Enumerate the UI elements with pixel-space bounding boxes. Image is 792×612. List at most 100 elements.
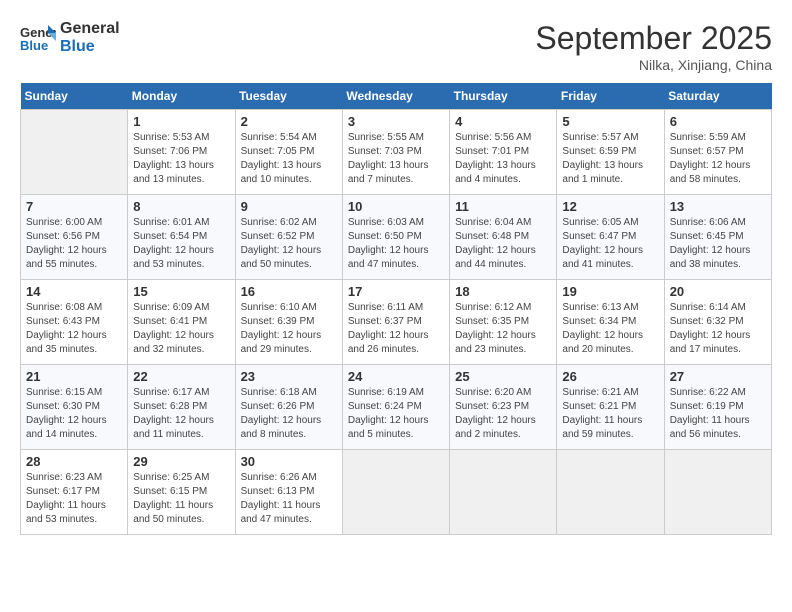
header-row: SundayMondayTuesdayWednesdayThursdayFrid… xyxy=(21,83,772,110)
day-number: 4 xyxy=(455,114,551,129)
day-cell xyxy=(664,450,771,535)
logo-line1: General xyxy=(60,20,120,38)
day-header-saturday: Saturday xyxy=(664,83,771,110)
day-number: 15 xyxy=(133,284,229,299)
day-header-thursday: Thursday xyxy=(450,83,557,110)
day-number: 7 xyxy=(26,199,122,214)
day-info: Sunrise: 6:14 AM Sunset: 6:32 PM Dayligh… xyxy=(670,301,766,357)
title-block: September 2025 Nilka, Xinjiang, China xyxy=(535,20,772,73)
day-cell: 11 Sunrise: 6:04 AM Sunset: 6:48 PM Dayli… xyxy=(450,195,557,280)
day-info: Sunrise: 6:18 AM Sunset: 6:26 PM Dayligh… xyxy=(241,386,337,442)
day-info: Sunrise: 6:01 AM Sunset: 6:54 PM Dayligh… xyxy=(133,216,229,272)
week-row-3: 14Sunrise: 6:08 AM Sunset: 6:43 PM Dayli… xyxy=(21,280,772,365)
day-number: 20 xyxy=(670,284,766,299)
day-info: Sunrise: 6:13 AM Sunset: 6:34 PM Dayligh… xyxy=(562,301,658,357)
day-header-wednesday: Wednesday xyxy=(342,83,449,110)
day-number: 21 xyxy=(26,369,122,384)
day-cell: 20 Sunrise: 6:14 AM Sunset: 6:32 PM Dayli… xyxy=(664,280,771,365)
day-info: Sunrise: 5:53 AM Sunset: 7:06 PM Dayligh… xyxy=(133,131,229,187)
day-cell: 23 Sunrise: 6:18 AM Sunset: 6:26 PM Dayli… xyxy=(235,365,342,450)
day-info: Sunrise: 6:10 AM Sunset: 6:39 PM Dayligh… xyxy=(241,301,337,357)
day-number: 27 xyxy=(670,369,766,384)
day-cell: 29Sunrise: 6:25 AM Sunset: 6:15 PM Dayli… xyxy=(128,450,235,535)
day-number: 22 xyxy=(133,369,229,384)
svg-text:Blue: Blue xyxy=(20,38,48,53)
logo: General Blue General Blue xyxy=(20,20,120,57)
day-cell: 15 Sunrise: 6:09 AM Sunset: 6:41 PM Dayli… xyxy=(128,280,235,365)
day-info: Sunrise: 6:08 AM Sunset: 6:43 PM Dayligh… xyxy=(26,301,122,357)
day-info: Sunrise: 5:56 AM Sunset: 7:01 PM Dayligh… xyxy=(455,131,551,187)
day-info: Sunrise: 6:19 AM Sunset: 6:24 PM Dayligh… xyxy=(348,386,444,442)
calendar-table: SundayMondayTuesdayWednesdayThursdayFrid… xyxy=(20,83,772,535)
day-cell: 26 Sunrise: 6:21 AM Sunset: 6:21 PM Dayli… xyxy=(557,365,664,450)
day-info: Sunrise: 6:26 AM Sunset: 6:13 PM Dayligh… xyxy=(241,471,337,527)
day-cell: 13 Sunrise: 6:06 AM Sunset: 6:45 PM Dayli… xyxy=(664,195,771,280)
day-cell: 28 Sunrise: 6:23 AM Sunset: 6:17 PM Dayli… xyxy=(21,450,128,535)
day-number: 3 xyxy=(348,114,444,129)
day-number: 12 xyxy=(562,199,658,214)
day-number: 2 xyxy=(241,114,337,129)
day-info: Sunrise: 6:04 AM Sunset: 6:48 PM Dayligh… xyxy=(455,216,551,272)
day-info: Sunrise: 6:11 AM Sunset: 6:37 PM Dayligh… xyxy=(348,301,444,357)
day-cell: 19 Sunrise: 6:13 AM Sunset: 6:34 PM Dayli… xyxy=(557,280,664,365)
day-cell: 8Sunrise: 6:01 AM Sunset: 6:54 PM Daylig… xyxy=(128,195,235,280)
day-number: 11 xyxy=(455,199,551,214)
day-info: Sunrise: 6:05 AM Sunset: 6:47 PM Dayligh… xyxy=(562,216,658,272)
day-info: Sunrise: 6:02 AM Sunset: 6:52 PM Dayligh… xyxy=(241,216,337,272)
day-cell xyxy=(557,450,664,535)
day-info: Sunrise: 6:15 AM Sunset: 6:30 PM Dayligh… xyxy=(26,386,122,442)
day-cell: 30 Sunrise: 6:26 AM Sunset: 6:13 PM Dayli… xyxy=(235,450,342,535)
day-number: 24 xyxy=(348,369,444,384)
day-info: Sunrise: 6:22 AM Sunset: 6:19 PM Dayligh… xyxy=(670,386,766,442)
day-number: 6 xyxy=(670,114,766,129)
day-cell: 14Sunrise: 6:08 AM Sunset: 6:43 PM Dayli… xyxy=(21,280,128,365)
day-header-sunday: Sunday xyxy=(21,83,128,110)
day-number: 1 xyxy=(133,114,229,129)
day-number: 16 xyxy=(241,284,337,299)
day-number: 9 xyxy=(241,199,337,214)
day-cell xyxy=(21,110,128,195)
day-cell: 9 Sunrise: 6:02 AM Sunset: 6:52 PM Daylig… xyxy=(235,195,342,280)
day-cell: 2 Sunrise: 5:54 AM Sunset: 7:05 PM Daylig… xyxy=(235,110,342,195)
logo-icon: General Blue xyxy=(20,23,56,53)
day-cell: 1 Sunrise: 5:53 AM Sunset: 7:06 PM Daylig… xyxy=(128,110,235,195)
day-number: 19 xyxy=(562,284,658,299)
day-info: Sunrise: 5:59 AM Sunset: 6:57 PM Dayligh… xyxy=(670,131,766,187)
location-subtitle: Nilka, Xinjiang, China xyxy=(535,57,772,73)
day-cell: 18 Sunrise: 6:12 AM Sunset: 6:35 PM Dayli… xyxy=(450,280,557,365)
day-info: Sunrise: 5:55 AM Sunset: 7:03 PM Dayligh… xyxy=(348,131,444,187)
day-info: Sunrise: 6:20 AM Sunset: 6:23 PM Dayligh… xyxy=(455,386,551,442)
day-info: Sunrise: 6:03 AM Sunset: 6:50 PM Dayligh… xyxy=(348,216,444,272)
day-number: 25 xyxy=(455,369,551,384)
day-cell: 3 Sunrise: 5:55 AM Sunset: 7:03 PM Daylig… xyxy=(342,110,449,195)
day-number: 18 xyxy=(455,284,551,299)
day-number: 23 xyxy=(241,369,337,384)
day-number: 28 xyxy=(26,454,122,469)
week-row-4: 21 Sunrise: 6:15 AM Sunset: 6:30 PM Dayli… xyxy=(21,365,772,450)
day-cell: 6 Sunrise: 5:59 AM Sunset: 6:57 PM Daylig… xyxy=(664,110,771,195)
week-row-1: 1 Sunrise: 5:53 AM Sunset: 7:06 PM Daylig… xyxy=(21,110,772,195)
day-info: Sunrise: 6:21 AM Sunset: 6:21 PM Dayligh… xyxy=(562,386,658,442)
day-number: 30 xyxy=(241,454,337,469)
day-cell: 7Sunrise: 6:00 AM Sunset: 6:56 PM Daylig… xyxy=(21,195,128,280)
day-number: 17 xyxy=(348,284,444,299)
day-info: Sunrise: 6:23 AM Sunset: 6:17 PM Dayligh… xyxy=(26,471,122,527)
day-info: Sunrise: 6:12 AM Sunset: 6:35 PM Dayligh… xyxy=(455,301,551,357)
day-info: Sunrise: 5:54 AM Sunset: 7:05 PM Dayligh… xyxy=(241,131,337,187)
day-cell: 25 Sunrise: 6:20 AM Sunset: 6:23 PM Dayli… xyxy=(450,365,557,450)
day-info: Sunrise: 6:17 AM Sunset: 6:28 PM Dayligh… xyxy=(133,386,229,442)
day-cell: 10Sunrise: 6:03 AM Sunset: 6:50 PM Dayli… xyxy=(342,195,449,280)
day-cell: 12 Sunrise: 6:05 AM Sunset: 6:47 PM Dayli… xyxy=(557,195,664,280)
day-number: 26 xyxy=(562,369,658,384)
day-number: 13 xyxy=(670,199,766,214)
day-info: Sunrise: 6:06 AM Sunset: 6:45 PM Dayligh… xyxy=(670,216,766,272)
day-header-friday: Friday xyxy=(557,83,664,110)
logo-line2: Blue xyxy=(60,38,120,56)
day-info: Sunrise: 6:09 AM Sunset: 6:41 PM Dayligh… xyxy=(133,301,229,357)
week-row-2: 7Sunrise: 6:00 AM Sunset: 6:56 PM Daylig… xyxy=(21,195,772,280)
day-header-monday: Monday xyxy=(128,83,235,110)
day-info: Sunrise: 5:57 AM Sunset: 6:59 PM Dayligh… xyxy=(562,131,658,187)
day-number: 5 xyxy=(562,114,658,129)
day-cell: 22 Sunrise: 6:17 AM Sunset: 6:28 PM Dayli… xyxy=(128,365,235,450)
day-cell: 4 Sunrise: 5:56 AM Sunset: 7:01 PM Daylig… xyxy=(450,110,557,195)
